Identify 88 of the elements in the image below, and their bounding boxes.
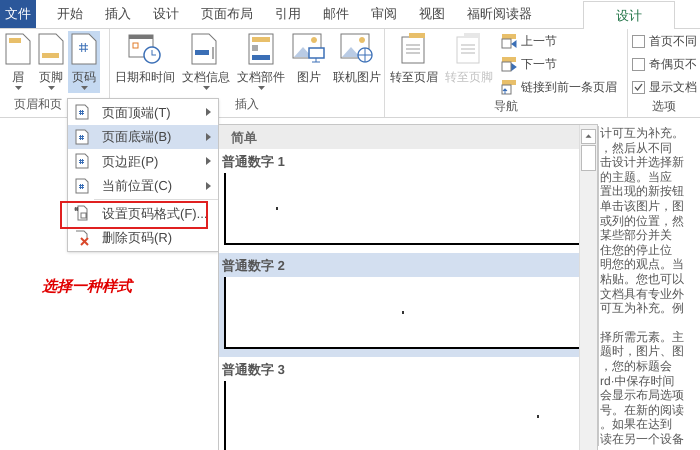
nav-button[interactable]: 链接到前一条页眉 — [501, 77, 617, 97]
footer-page-icon — [38, 33, 64, 65]
ribbon-tab[interactable]: 福昕阅读器 — [456, 0, 543, 28]
picture-icon — [292, 33, 326, 65]
document-text-line: 住您的停止位 — [599, 242, 673, 258]
gallery-item-label: 普通数字 1 — [221, 153, 286, 171]
document-text-line: 题时，图片、图 — [599, 344, 685, 359]
ribbon-tab[interactable]: 邮件 — [312, 0, 360, 28]
nav-button[interactable]: 上一节 — [501, 31, 617, 51]
scrollbar[interactable] — [579, 125, 597, 450]
ribbon-tab[interactable]: 文件 — [0, 0, 36, 28]
document-text-line: 计可互为补充。 — [599, 126, 685, 141]
header-page-icon — [5, 33, 31, 65]
document-text-line: 择所需元素。主 — [599, 330, 685, 344]
online-picture-icon — [340, 33, 374, 65]
ribbon-tab[interactable]: 设计 — [583, 1, 675, 29]
document-text-line: 某些部分并关 — [599, 228, 673, 243]
document-text-line: 或列的位置，然 — [599, 214, 685, 228]
ribbon-button[interactable]: 图片 — [289, 31, 329, 93]
document-text-line: 会显示布局选项 — [599, 388, 685, 403]
ribbon-button[interactable]: 页码 — [68, 31, 100, 93]
document-text-line: 可互为补充。例 — [599, 301, 685, 316]
ribbon-tab[interactable]: 页面布局 — [190, 0, 264, 28]
document-text-line: 击设计并选择新 — [599, 155, 685, 170]
menu-item[interactable]: 页面顶端(T) — [68, 100, 218, 124]
page-number-icon — [74, 104, 90, 120]
section-nav-icon — [501, 79, 517, 95]
scroll-thumb[interactable] — [581, 145, 596, 171]
ribbon-tab[interactable]: 引用 — [264, 0, 312, 28]
document-text-line: 文档具有专业外 — [599, 286, 685, 302]
ribbon-button[interactable]: 文档部件 — [234, 31, 288, 93]
calendar-clock-icon — [128, 33, 162, 65]
ribbon-tab[interactable]: 视图 — [408, 0, 456, 28]
annotation-text: 选择一种样式 — [42, 277, 132, 297]
section-nav-icon — [501, 56, 517, 72]
gallery-item-label: 普通数字 2 — [221, 257, 286, 275]
ribbon-button[interactable]: 眉 — [2, 31, 34, 93]
ribbon-tab[interactable]: 插入 — [94, 0, 142, 28]
checkbox-label: 奇偶页不 — [649, 56, 697, 73]
format-page-number-icon — [74, 205, 90, 222]
gallery-item-label: 普通数字 3 — [221, 361, 286, 379]
document-text-line: 单击该图片，图 — [599, 198, 685, 214]
nav-button[interactable]: 下一节 — [501, 54, 617, 74]
checkbox[interactable] — [632, 80, 645, 94]
document-text-line: 的主题。当应 — [599, 170, 673, 184]
checkbox[interactable] — [632, 34, 645, 48]
ribbon-button[interactable]: 日期和时间 — [112, 31, 178, 93]
document-text-line: 。如果在达到 — [599, 417, 673, 432]
ribbon-tab[interactable]: 审阅 — [360, 0, 408, 28]
document-text-line: ，然后从不同 — [599, 140, 673, 156]
menu-item[interactable]: 页边距(P) — [68, 149, 218, 174]
ribbon-tab[interactable]: 设计 — [142, 0, 190, 28]
ribbon-button[interactable]: 联机图片 — [330, 31, 384, 93]
document-text-line: 明您的观点。当 — [599, 257, 685, 272]
group-label: 插入 — [235, 96, 259, 113]
document-text-line: ，您的标题会 — [599, 358, 673, 374]
ribbon-tab[interactable]: 开始 — [46, 0, 94, 28]
document-text-line: 读在另一个设备 — [599, 432, 685, 446]
document-text-line: 粘贴。您也可以 — [599, 272, 685, 287]
page-number-icon — [74, 178, 90, 194]
page-number-icon — [74, 128, 90, 145]
page-number-mark — [276, 206, 278, 210]
document-text-line: 置出现的新按钮 — [599, 184, 685, 199]
menu-item[interactable]: 设置页码格式(F)... — [68, 201, 218, 226]
checkbox[interactable] — [632, 58, 645, 70]
group-label: 页眉和页 — [14, 96, 62, 113]
document-text-line: 号。在新的阅读 — [599, 402, 685, 418]
menu-item[interactable]: 删除页码(R) — [68, 226, 218, 250]
checkbox-label: 首页不同 — [649, 33, 697, 50]
ribbon-button[interactable]: 文档信息 — [179, 31, 233, 93]
group-label: 导航 — [494, 98, 518, 115]
page-number-icon — [74, 153, 90, 170]
section-nav-icon — [501, 33, 517, 49]
document-text-line: rd·中保存时间 — [599, 374, 676, 388]
group-label: 选项 — [652, 98, 676, 115]
page-number-icon — [71, 33, 97, 65]
page-number-mark — [537, 414, 539, 418]
document-parts-icon — [248, 33, 274, 65]
gallery-item[interactable]: 普通数字 2 — [219, 253, 579, 357]
menu-item[interactable]: 当前位置(C) — [68, 174, 218, 198]
menu-item[interactable]: 页面底端(B) — [68, 124, 218, 149]
ribbon-button[interactable]: 转至页眉 — [387, 31, 441, 93]
checkbox-label: 显示文档 — [649, 79, 697, 96]
gallery-header: 简单 — [219, 125, 579, 149]
delete-page-number-icon — [74, 230, 90, 246]
check-icon — [634, 83, 643, 91]
page-number-mark — [402, 310, 404, 314]
ribbon-button[interactable]: 页脚 — [35, 31, 67, 93]
